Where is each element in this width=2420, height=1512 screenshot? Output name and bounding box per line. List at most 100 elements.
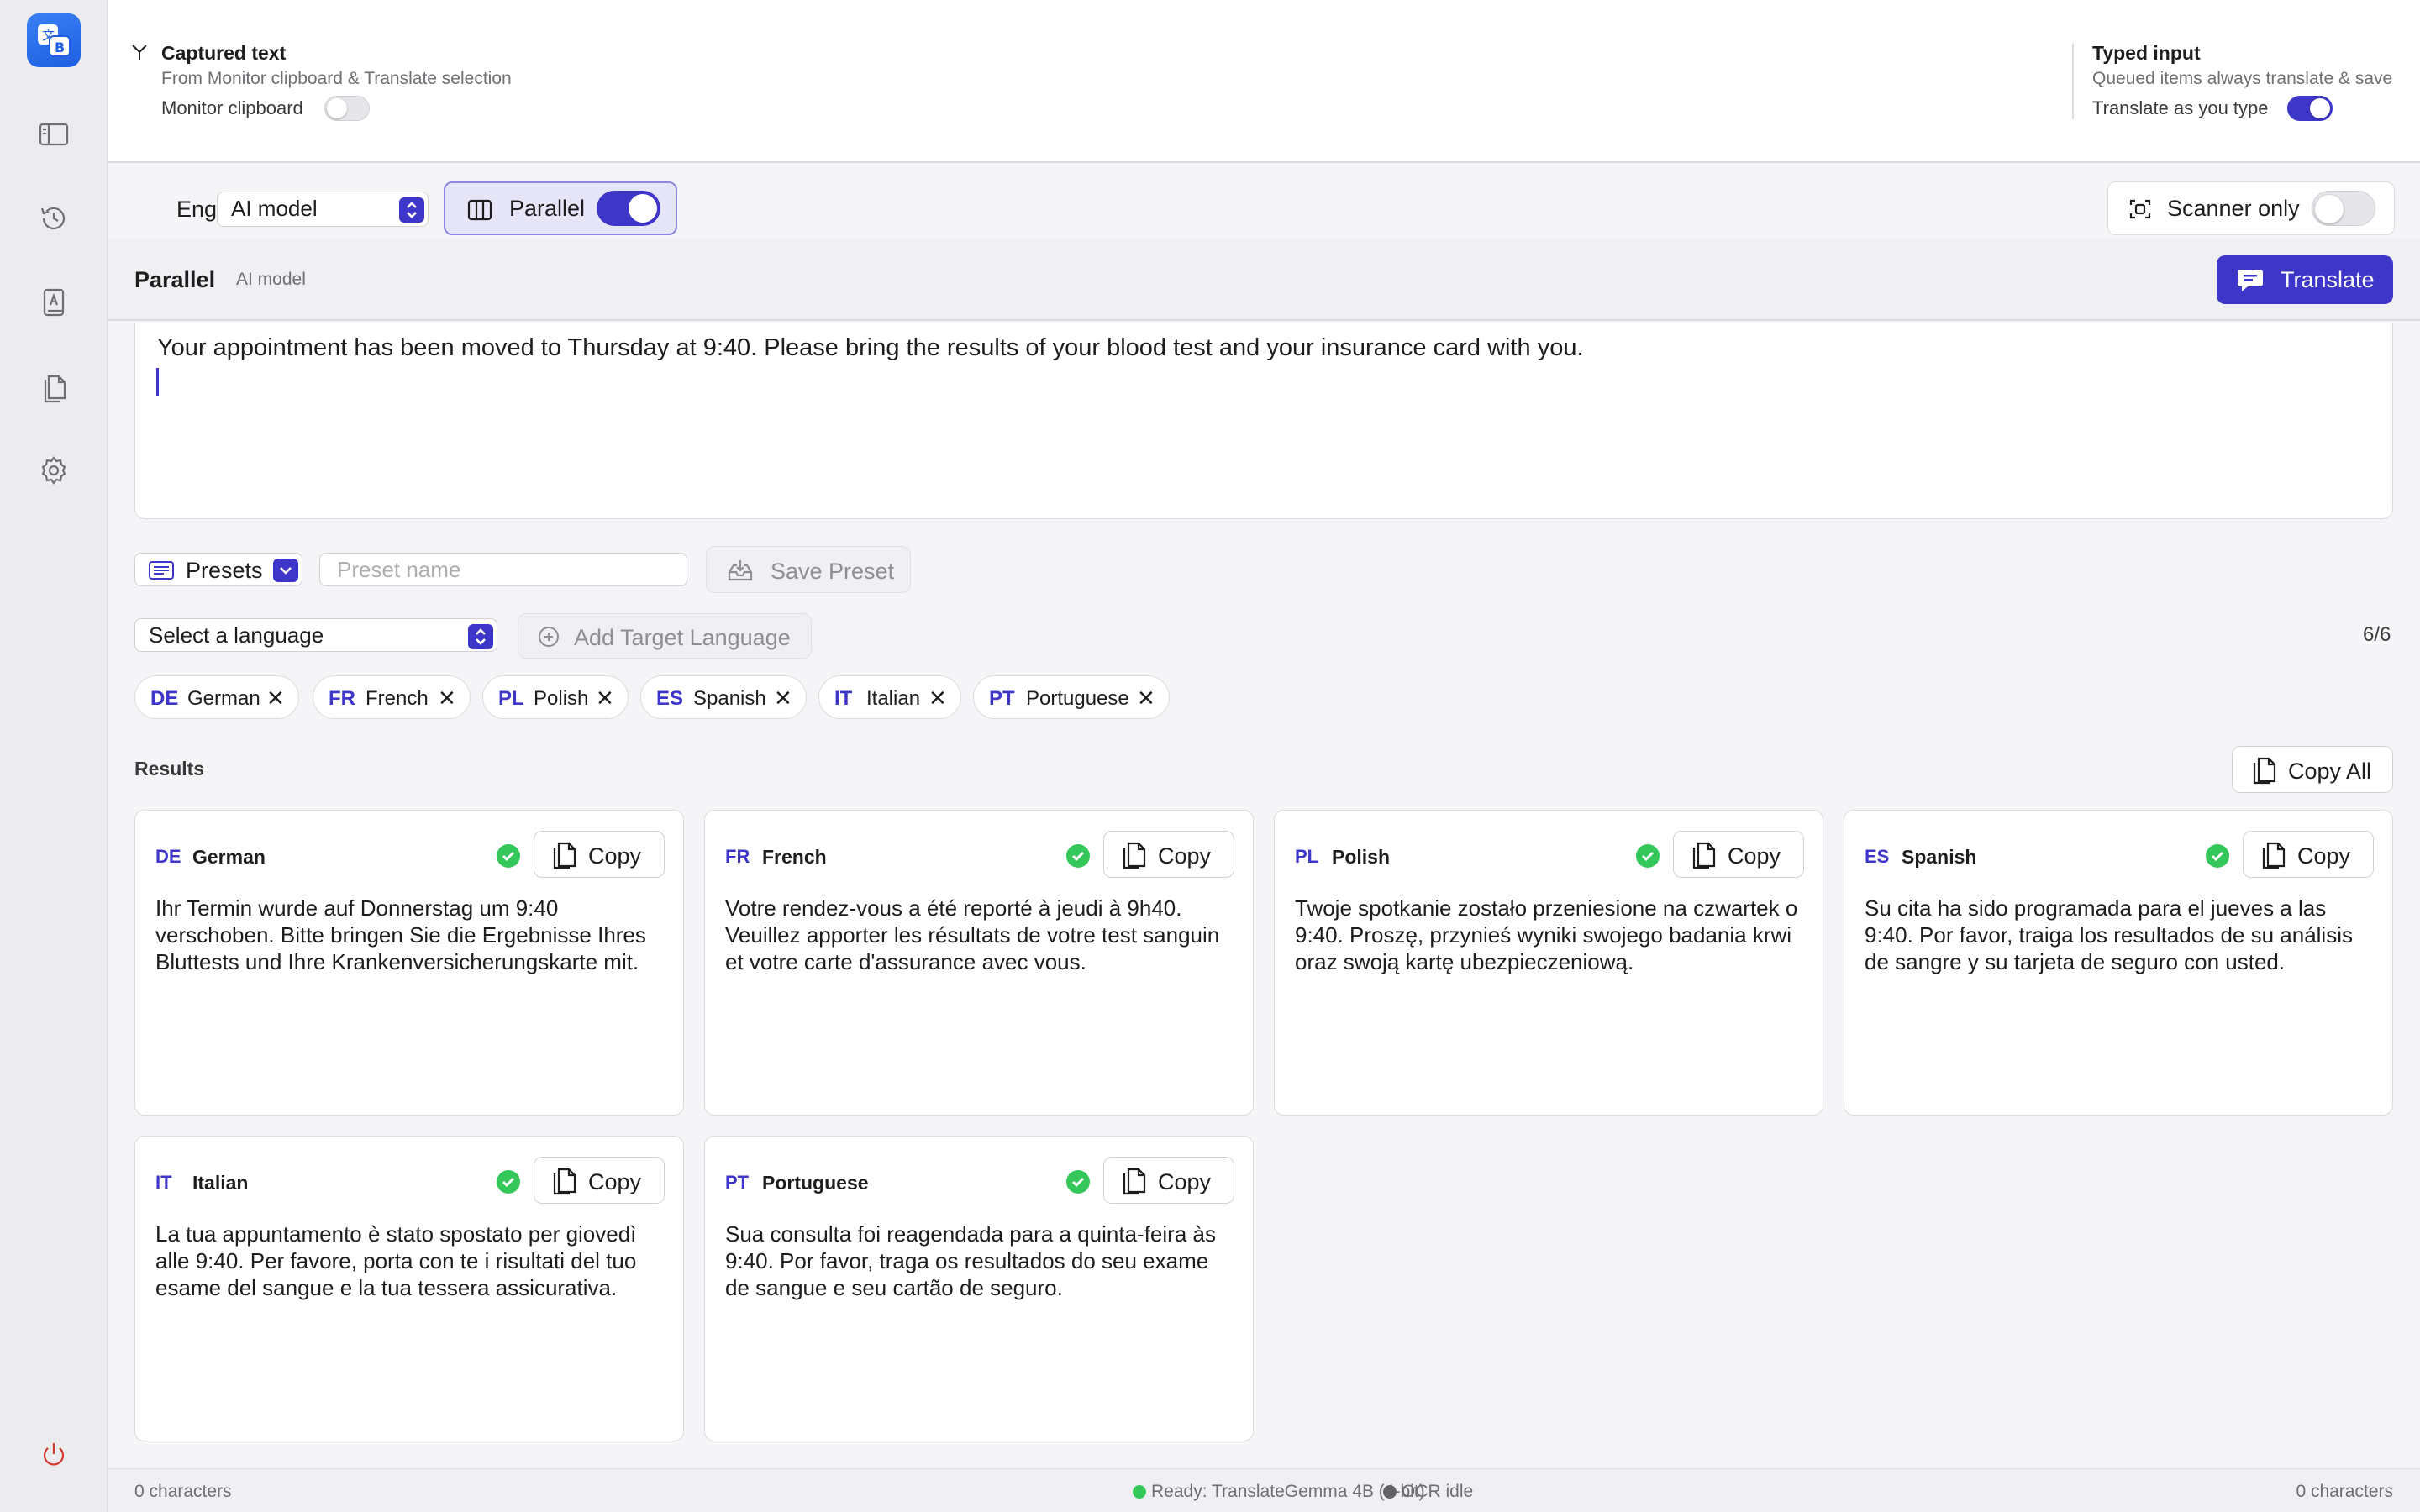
book-icon [43,288,65,317]
scanner-only-label: Scanner only [2167,196,2300,221]
copy-label: Copy [2297,843,2351,869]
remove-chip-icon[interactable]: ✕ [1137,685,1155,711]
status-bar: 0 characters Ready: TranslateGemma 4B (4… [108,1468,2420,1512]
card-code: PT [725,1172,750,1193]
result-card-pt: PT Portuguese Copy Sua consulta foi reag… [704,1136,1254,1441]
language-select[interactable]: Select a language [134,618,497,652]
copy-label: Copy [588,843,642,869]
scanner-only-control: Scanner only [2107,181,2395,235]
copy-all-button[interactable]: Copy All [2232,746,2393,793]
remove-chip-icon[interactable]: ✕ [438,685,456,711]
save-preset-button[interactable]: Save Preset [706,546,911,593]
translate-button[interactable]: Translate [2217,255,2393,304]
card-language: German [192,846,266,868]
sidebar-panel-icon [39,123,69,146]
history-icon [40,207,66,230]
copy-button[interactable]: Copy [2243,831,2374,878]
status-dot-icon [1133,1485,1146,1499]
divider [2072,44,2074,119]
chip-code: DE [150,687,179,710]
chip-name: Portuguese [1026,687,1129,710]
chip-name: French [366,687,429,710]
copy-button[interactable]: Copy [1103,1157,1234,1204]
translation-text: Votre rendez-vous a été reporté à jeudi … [725,895,1220,974]
result-card-de: DE German Copy Ihr Termin wurde auf Donn… [134,810,684,1116]
app-logo: 文 B [27,13,81,67]
card-language: Italian [192,1172,249,1194]
copy-button[interactable]: Copy [534,1157,665,1204]
copy-button[interactable]: Copy [534,831,665,878]
section-title: Parallel [134,267,216,292]
engine-select[interactable]: AI model [217,192,429,227]
copy-label: Copy [1158,1169,1212,1194]
results-label: Results [134,758,205,780]
translation-text: Su cita ha sido programada para el jueve… [1865,895,2353,974]
select-arrows-icon [468,624,493,649]
fork-icon [132,45,147,60]
remove-chip-icon[interactable]: ✕ [929,685,947,711]
scanner-only-toggle[interactable] [2312,191,2375,226]
add-target-language-button[interactable]: Add Target Language [518,613,812,659]
presets-label: Presets [186,558,263,583]
check-circle-icon [1636,844,1660,868]
copy-all-label: Copy All [2288,759,2372,784]
copy-button[interactable]: Copy [1673,831,1804,878]
copy-label: Copy [1158,843,1212,869]
sidebar-item-documents[interactable] [34,366,74,407]
remove-chip-icon[interactable]: ✕ [774,685,792,711]
parallel-mode-control[interactable]: Parallel [444,181,677,235]
status-dot-icon [1383,1485,1397,1499]
translation-text: Sua consulta foi reagendada para a quint… [725,1221,1216,1300]
preset-name-input[interactable] [319,553,687,586]
documents-icon [44,375,66,403]
translation-text: La tua appuntamento è stato spostato per… [155,1221,637,1300]
language-chip-fr: FR French ✕ [313,675,471,719]
chip-code: ES [656,687,684,710]
presets-icon [149,561,174,580]
chip-code: FR [329,687,355,710]
ocr-status-text: OCR idle [1402,1482,1474,1501]
captured-text-subtitle: From Monitor clipboard & Translate selec… [161,69,512,88]
translate-as-you-type-toggle[interactable] [2287,96,2333,121]
power-button[interactable] [34,1435,74,1475]
translate-logo-icon: 文 B [38,24,71,57]
engine-select-value: AI model [231,196,318,221]
check-circle-icon [497,1170,520,1194]
check-circle-icon [1066,1170,1090,1194]
parallel-toggle[interactable] [597,191,660,226]
sidebar-toggle-button[interactable] [34,114,74,155]
svg-text:B: B [55,39,65,55]
save-preset-label: Save Preset [771,559,895,584]
result-character-count: 0 characters [2296,1482,2393,1501]
presets-dropdown[interactable]: Presets [134,553,302,586]
sidebar-item-dictionary[interactable] [34,282,74,323]
remove-chip-icon[interactable]: ✕ [596,685,614,711]
select-arrows-icon [399,197,424,223]
chip-code: IT [834,687,853,710]
copy-icon [1692,842,1716,869]
remove-chip-icon[interactable]: ✕ [266,685,285,711]
chip-code: PL [498,687,524,710]
sidebar-item-history[interactable] [34,198,74,239]
chip-name: Italian [866,687,921,710]
card-language: Portuguese [762,1172,869,1194]
translation-text: Twoje spotkanie zostało przeniesione na … [1295,895,1798,974]
check-circle-icon [2206,844,2229,868]
translation-text: Ihr Termin wurde auf Donnerstag um 9:40 … [155,895,646,974]
language-chip-de: DE German ✕ [134,675,299,719]
model-status: Ready: TranslateGemma 4B (4-bit) [1133,1482,1425,1502]
chip-name: Polish [534,687,589,710]
translate-button-label: Translate [2281,267,2375,292]
ocr-status: OCR idle [1383,1482,1473,1502]
power-icon [43,1443,65,1466]
card-language: Polish [1332,846,1391,868]
source-text-input[interactable]: Your appointment has been moved to Thurs… [134,323,2393,519]
monitor-clipboard-toggle[interactable] [324,96,370,121]
copy-button[interactable]: Copy [1103,831,1234,878]
source-character-count: 0 characters [134,1482,232,1501]
card-code: DE [155,846,182,867]
section-header: Parallel AI model Translate [108,239,2420,321]
capture-panel: Captured text From Monitor clipboard & T… [108,0,2420,163]
result-card-it: IT Italian Copy La tua appuntamento è st… [134,1136,684,1441]
sidebar-item-settings[interactable] [34,450,74,491]
